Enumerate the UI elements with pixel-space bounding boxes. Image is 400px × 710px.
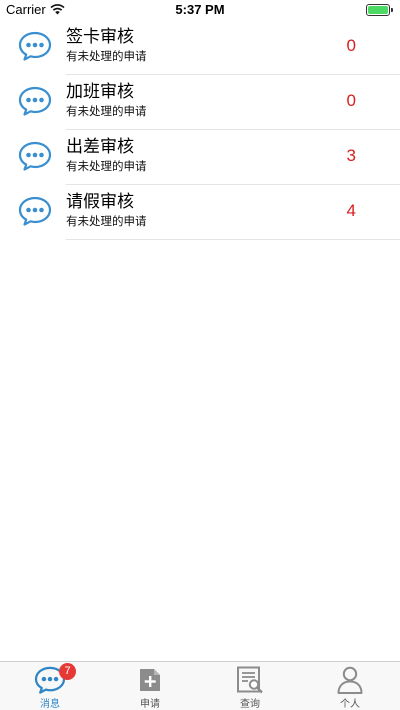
tab-icon-wrapper [133,666,167,694]
item-subtitle: 有未处理的申请 [66,104,147,118]
item-title: 请假审核 [66,192,134,212]
pending-count: 0 [346,36,356,55]
status-bar: Carrier 5:37 PM [0,0,400,20]
tab-label: 消息 [40,699,60,710]
tab-query[interactable]: 查询 [200,662,300,710]
tab-icon-wrapper [233,666,267,694]
search-document-icon [237,666,263,694]
unread-badge: 7 [59,663,76,680]
tab-label: 申请 [140,699,160,710]
person-icon [337,666,363,694]
item-title: 签卡审核 [66,27,134,47]
item-title: 出差审核 [66,137,134,157]
tab-messages[interactable]: 7 消息 [0,662,100,710]
list-item[interactable]: 出差审核 有未处理的申请 3 [0,130,400,185]
pending-count: 4 [346,201,356,220]
tab-label: 查询 [240,699,260,710]
review-list: 签卡审核 有未处理的申请 0 加班审核 有未处理的申请 0 出差审核 有未处理的… [0,20,400,240]
list-item[interactable]: 加班审核 有未处理的申请 0 [0,75,400,130]
pending-count: 3 [346,146,356,165]
item-title: 加班审核 [66,82,134,102]
chat-bubble-icon [18,86,52,116]
chat-bubble-icon [18,31,52,61]
item-subtitle: 有未处理的申请 [66,49,147,63]
add-document-icon [140,669,160,691]
tab-icon-wrapper: 7 [33,663,76,694]
list-item[interactable]: 请假审核 有未处理的申请 4 [0,185,400,240]
clock: 5:37 PM [175,2,225,17]
battery-level [368,6,388,14]
battery-icon [366,4,393,16]
tab-apply[interactable]: 申请 [100,662,200,710]
divider [66,239,400,240]
tab-bar: 7 消息 申请 查询 个人 [0,661,400,710]
list-item[interactable]: 签卡审核 有未处理的申请 0 [0,20,400,75]
tab-label: 个人 [340,699,360,710]
tab-icon-wrapper [333,666,367,694]
item-subtitle: 有未处理的申请 [66,159,147,173]
chat-bubble-icon [18,141,52,171]
tab-profile[interactable]: 个人 [300,662,400,710]
chat-bubble-icon [18,196,52,226]
pending-count: 0 [346,91,356,110]
item-subtitle: 有未处理的申请 [66,214,147,228]
